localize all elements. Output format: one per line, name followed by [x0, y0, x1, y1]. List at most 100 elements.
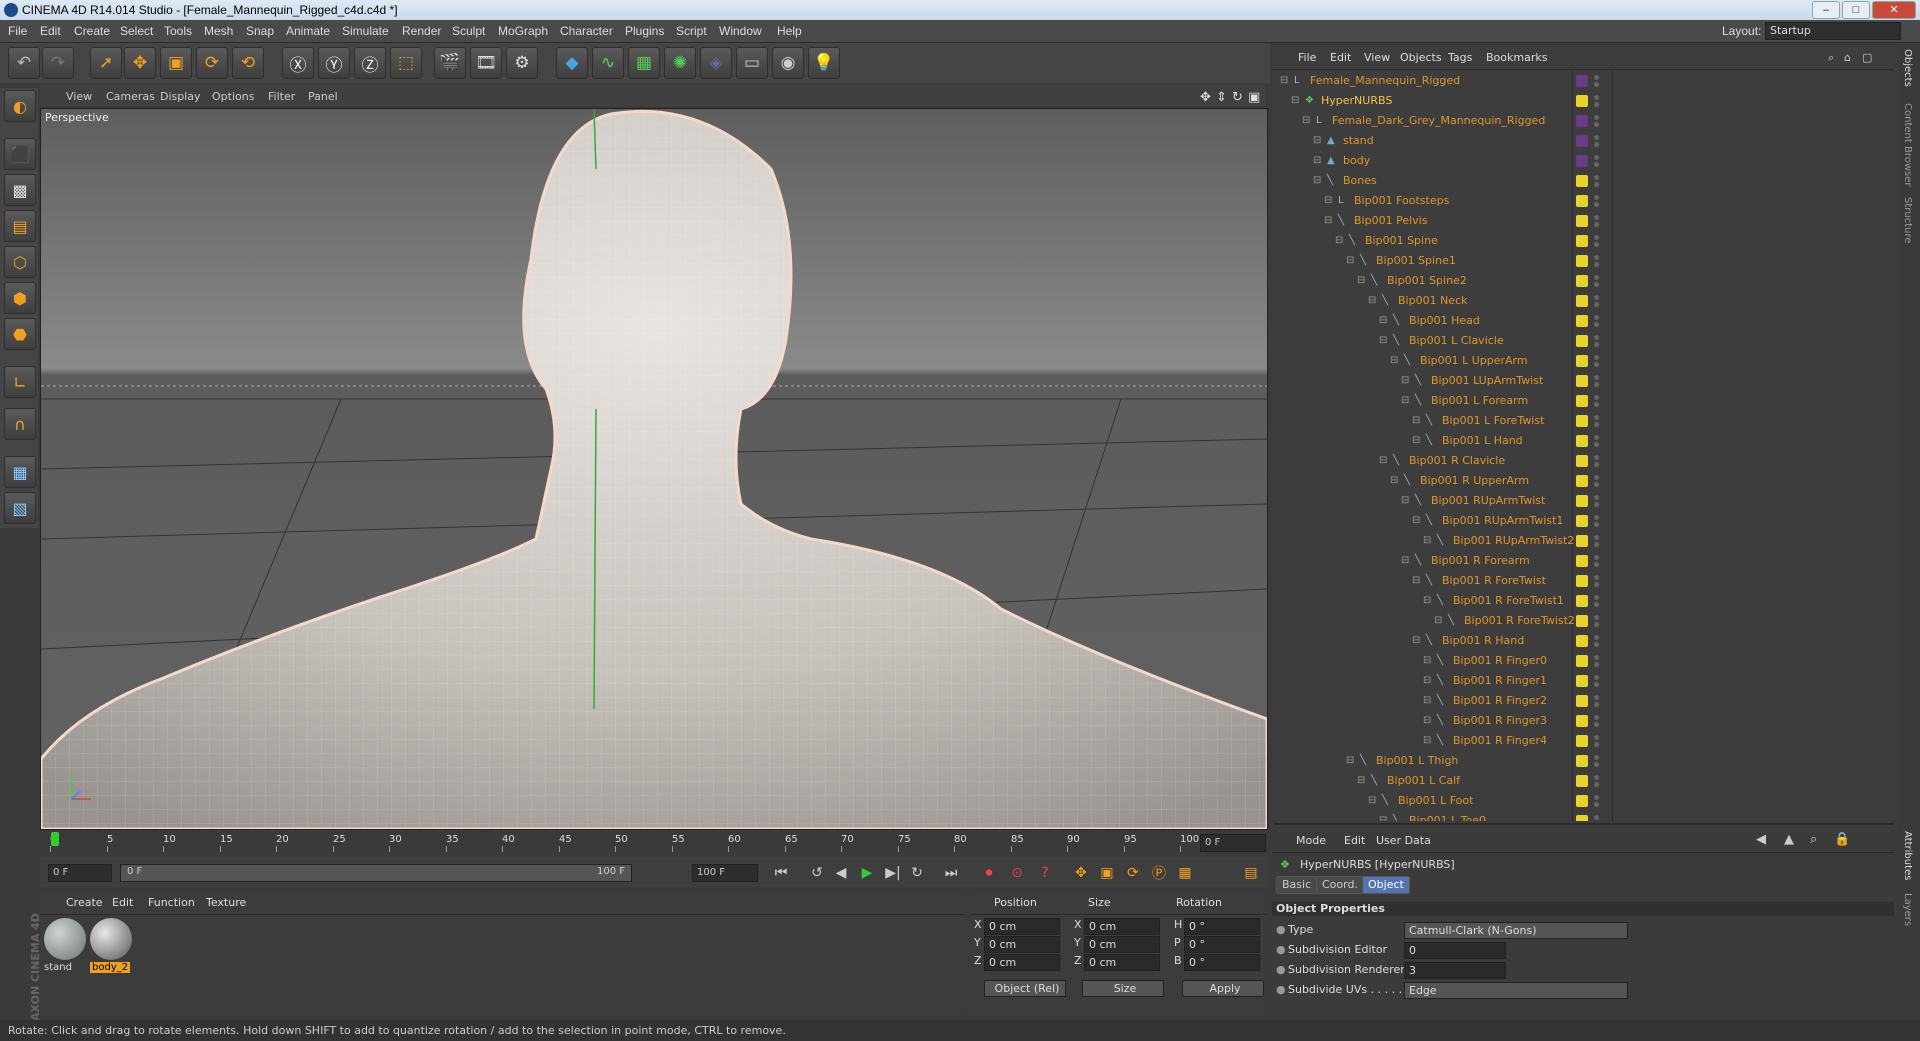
tree-expander-icon[interactable]: ⊟ — [1357, 775, 1369, 787]
visibility-dots-icon[interactable] — [1594, 474, 1600, 488]
menu-snap[interactable]: Snap — [246, 24, 274, 38]
start-frame-field[interactable]: 0 F — [48, 864, 112, 882]
layer-color-swatch[interactable] — [1576, 395, 1588, 407]
tree-expander-icon[interactable]: ⊟ — [1346, 755, 1358, 767]
visibility-dots-icon[interactable] — [1594, 634, 1600, 648]
layer-color-swatch[interactable] — [1576, 815, 1588, 821]
menu-sculpt[interactable]: Sculpt — [452, 24, 485, 38]
menu-mograph[interactable]: MoGraph — [498, 24, 548, 38]
side-tab-objects[interactable]: Objects — [1902, 49, 1913, 87]
viewport-maximize-icon[interactable]: ▣ — [1248, 90, 1260, 105]
object-row[interactable]: ⊟ ╲ Bip001 R Finger1 — [1272, 671, 1894, 691]
viewport-nav-rotate-icon[interactable]: ↻ — [1232, 90, 1243, 105]
visibility-dots-icon[interactable] — [1594, 454, 1600, 468]
menu-create[interactable]: Create — [74, 24, 110, 38]
array-icon[interactable]: ✺ — [664, 47, 696, 79]
close-button[interactable]: ✕ — [1872, 1, 1916, 19]
layer-color-swatch[interactable] — [1576, 435, 1588, 447]
tree-expander-icon[interactable]: ⊟ — [1412, 635, 1424, 647]
coord-position-field[interactable]: 0 cm — [984, 918, 1060, 935]
om-menu-file[interactable]: File — [1298, 51, 1316, 64]
layer-color-swatch[interactable] — [1576, 715, 1588, 727]
layer-color-swatch[interactable] — [1576, 515, 1588, 527]
layer-color-swatch[interactable] — [1576, 375, 1588, 387]
menu-character[interactable]: Character — [560, 24, 613, 38]
vp-menu-cameras[interactable]: Cameras — [106, 90, 155, 103]
layer-color-swatch[interactable] — [1576, 775, 1588, 787]
attr-up-arrow-icon[interactable]: ▲ — [1784, 832, 1794, 847]
side-tab-attributes[interactable]: Attributes — [1902, 831, 1913, 880]
side-tab-structure[interactable]: Structure — [1902, 197, 1913, 244]
visibility-dots-icon[interactable] — [1594, 314, 1600, 328]
preview-range-slider[interactable]: 0 F 100 F — [120, 864, 632, 882]
layer-color-swatch[interactable] — [1576, 115, 1588, 127]
move-icon[interactable]: ✥ — [124, 47, 156, 79]
next-frame-icon[interactable]: ▶| — [882, 863, 904, 883]
coord-size-field[interactable]: 0 cm — [1084, 954, 1160, 971]
attr-back-arrow-icon[interactable]: ◀ — [1756, 832, 1766, 847]
object-row[interactable]: ⊟ ╲ Bip001 L ForeTwist — [1272, 411, 1894, 431]
tree-expander-icon[interactable]: ⊟ — [1313, 175, 1325, 187]
layer-color-swatch[interactable] — [1576, 75, 1588, 87]
tree-expander-icon[interactable]: ⊟ — [1346, 255, 1358, 267]
vp-menu-display[interactable]: Display — [160, 90, 201, 103]
layer-color-swatch[interactable] — [1576, 675, 1588, 687]
object-row[interactable]: ⊟ ╲ Bip001 RUpArmTwist — [1272, 491, 1894, 511]
object-row[interactable]: ⊟ ╲ Bip001 LUpArmTwist — [1272, 371, 1894, 391]
points-mode-icon[interactable]: ⬡ — [4, 246, 36, 278]
object-row[interactable]: ⊟ ╲ Bip001 L UpperArm — [1272, 351, 1894, 371]
object-row[interactable]: ⊟ ▲ body — [1272, 151, 1894, 171]
axis-mode-icon[interactable]: ∟ — [4, 366, 36, 398]
mat-menu-function[interactable]: Function — [148, 896, 195, 909]
subdivision-surface-icon[interactable]: ▦ — [628, 47, 660, 79]
om-menu-view[interactable]: View — [1364, 51, 1390, 64]
camera-icon[interactable]: ◉ — [772, 47, 804, 79]
object-row[interactable]: ⊟ ╲ Bip001 RUpArmTwist1 — [1272, 511, 1894, 531]
object-row[interactable]: ⊟ L Female_Mannequin_Rigged — [1272, 71, 1894, 91]
layer-color-swatch[interactable] — [1576, 135, 1588, 147]
attr-prop-number-field[interactable]: 0 — [1404, 942, 1506, 959]
tree-expander-icon[interactable]: ⊟ — [1423, 695, 1435, 707]
object-row[interactable]: ⊟ ╲ Bip001 Spine2 — [1272, 271, 1894, 291]
tree-expander-icon[interactable]: ⊟ — [1368, 795, 1380, 807]
layer-color-swatch[interactable] — [1576, 275, 1588, 287]
play-icon[interactable]: ▶ — [856, 863, 878, 883]
object-row[interactable]: ⊟ ╲ Bip001 L Thigh — [1272, 751, 1894, 771]
layer-color-swatch[interactable] — [1576, 195, 1588, 207]
visibility-dots-icon[interactable] — [1594, 574, 1600, 588]
menu-window[interactable]: Window — [719, 24, 762, 38]
visibility-dots-icon[interactable] — [1594, 774, 1600, 788]
visibility-dots-icon[interactable] — [1594, 74, 1600, 88]
autokey-icon[interactable]: ⊙ — [1006, 863, 1028, 883]
tree-expander-icon[interactable]: ⊟ — [1401, 375, 1413, 387]
end-frame-field[interactable]: 100 F — [692, 864, 758, 882]
key-position-icon[interactable]: ✥ — [1070, 863, 1092, 883]
visibility-dots-icon[interactable] — [1594, 194, 1600, 208]
key-rotation-icon[interactable]: ⟳ — [1122, 863, 1144, 883]
layer-color-swatch[interactable] — [1576, 735, 1588, 747]
layer-color-swatch[interactable] — [1576, 635, 1588, 647]
object-row[interactable]: ⊟ ╲ Bip001 RUpArmTwist2 — [1272, 531, 1894, 551]
visibility-dots-icon[interactable] — [1594, 254, 1600, 268]
object-row[interactable]: ⊟ ╲ Bones — [1272, 171, 1894, 191]
material-swatch-stand[interactable]: stand — [42, 914, 86, 973]
tree-expander-icon[interactable]: ⊟ — [1313, 155, 1325, 167]
render-view-icon[interactable]: 🎬 — [434, 47, 466, 79]
tree-expander-icon[interactable]: ⊟ — [1390, 355, 1402, 367]
layer-color-swatch[interactable] — [1576, 795, 1588, 807]
layer-color-swatch[interactable] — [1576, 455, 1588, 467]
om-menu-edit[interactable]: Edit — [1330, 51, 1351, 64]
render-picture-viewer-icon[interactable]: 🎞 — [470, 47, 502, 79]
visibility-dots-icon[interactable] — [1594, 534, 1600, 548]
object-row[interactable]: ⊟ ╲ Bip001 L Clavicle — [1272, 331, 1894, 351]
layer-color-swatch[interactable] — [1576, 595, 1588, 607]
vp-menu-options[interactable]: Options — [212, 90, 254, 103]
attr-prop-dropdown[interactable]: Edge — [1404, 982, 1628, 999]
visibility-dots-icon[interactable] — [1594, 514, 1600, 528]
visibility-dots-icon[interactable] — [1594, 674, 1600, 688]
visibility-dots-icon[interactable] — [1594, 654, 1600, 668]
animate-param-dot-icon[interactable]: ● — [1276, 923, 1286, 936]
polygons-mode-icon[interactable]: ⬣ — [4, 318, 36, 350]
om-menu-bookmarks[interactable]: Bookmarks — [1486, 51, 1547, 64]
vp-menu-filter[interactable]: Filter — [268, 90, 295, 103]
